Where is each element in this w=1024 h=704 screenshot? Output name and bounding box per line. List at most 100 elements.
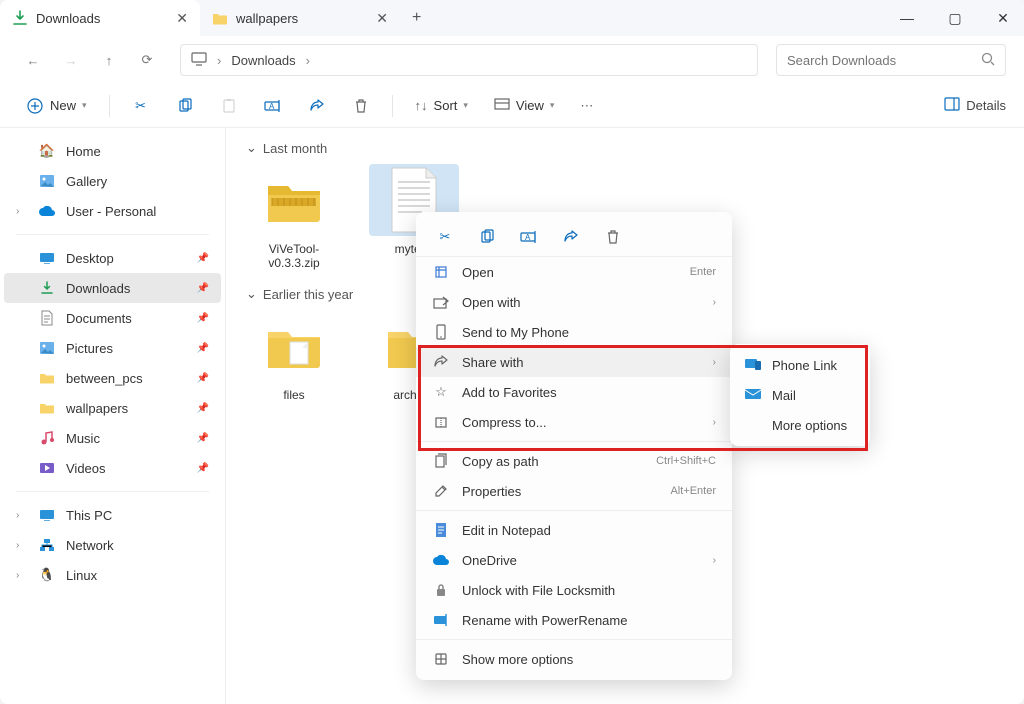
properties-icon bbox=[432, 482, 450, 500]
star-icon: ☆ bbox=[432, 383, 450, 401]
phone-link-icon bbox=[744, 357, 762, 374]
details-button[interactable]: Details bbox=[944, 97, 1006, 114]
ctx-show-more[interactable]: Show more options bbox=[416, 644, 732, 674]
share-button[interactable] bbox=[558, 224, 584, 250]
up-button[interactable]: ↑ bbox=[94, 45, 124, 75]
ctx-unlock-locksmith[interactable]: Unlock with File Locksmith bbox=[416, 575, 732, 605]
minimize-button[interactable]: — bbox=[892, 4, 922, 32]
window-controls: — ▢ ✕ bbox=[892, 0, 1018, 36]
context-action-row: ✂ A bbox=[416, 218, 732, 257]
refresh-button[interactable]: ⟳ bbox=[132, 45, 162, 75]
close-icon[interactable]: ✕ bbox=[176, 10, 188, 27]
folder-icon bbox=[38, 399, 56, 417]
new-button[interactable]: New ▾ bbox=[18, 91, 95, 121]
ctx-properties[interactable]: PropertiesAlt+Enter bbox=[416, 476, 732, 506]
rename-button[interactable]: A bbox=[256, 91, 290, 121]
more-button[interactable]: ⋯ bbox=[572, 91, 601, 121]
sidebar-item-network[interactable]: ›Network bbox=[0, 530, 225, 560]
ctx-compress[interactable]: Compress to...› bbox=[416, 407, 732, 437]
chevron-right-icon: › bbox=[713, 417, 716, 428]
ctx-powerrename[interactable]: Rename with PowerRename bbox=[416, 605, 732, 635]
submenu-more-options[interactable]: More options bbox=[730, 410, 870, 440]
linux-icon: 🐧 bbox=[38, 566, 56, 584]
chevron-down-icon: ▾ bbox=[463, 100, 468, 111]
chevron-right-icon: › bbox=[16, 206, 28, 217]
ctx-onedrive[interactable]: OneDrive› bbox=[416, 545, 732, 575]
pin-icon: 📌 bbox=[197, 433, 209, 444]
share-button[interactable] bbox=[300, 91, 334, 121]
copy-button[interactable] bbox=[474, 224, 500, 250]
tab-wallpapers[interactable]: wallpapers ✕ bbox=[200, 0, 400, 36]
sidebar-item-pictures[interactable]: Pictures📌 bbox=[0, 333, 225, 363]
search-input[interactable] bbox=[787, 53, 973, 68]
copy-icon bbox=[176, 97, 194, 115]
new-tab-button[interactable]: + bbox=[400, 9, 433, 27]
group-label: Earlier this year bbox=[263, 287, 353, 302]
chevron-down-icon: ⌄ bbox=[246, 286, 257, 302]
file-label: ViVeTool-v0.3.3.zip bbox=[246, 242, 342, 270]
sidebar-item-music[interactable]: Music📌 bbox=[0, 423, 225, 453]
copy-button[interactable] bbox=[168, 91, 202, 121]
chevron-right-icon: › bbox=[16, 510, 28, 521]
sidebar-item-downloads[interactable]: Downloads📌 bbox=[4, 273, 221, 303]
ctx-open-with[interactable]: Open with› bbox=[416, 287, 732, 317]
pin-icon: 📌 bbox=[197, 313, 209, 324]
ctx-open[interactable]: OpenEnter bbox=[416, 257, 732, 287]
navigation-pane: 🏠Home Gallery ›User - Personal Desktop📌 … bbox=[0, 128, 226, 704]
address-bar[interactable]: › Downloads › bbox=[180, 44, 758, 76]
svg-text:A: A bbox=[525, 233, 531, 242]
mail-icon bbox=[744, 388, 762, 403]
back-button[interactable]: ← bbox=[18, 45, 48, 75]
ctx-add-favorites[interactable]: ☆Add to Favorites bbox=[416, 377, 732, 407]
sidebar-item-documents[interactable]: Documents📌 bbox=[0, 303, 225, 333]
ctx-edit-notepad[interactable]: Edit in Notepad bbox=[416, 515, 732, 545]
notepad-icon bbox=[432, 521, 450, 539]
command-bar: New ▾ ✂ A ↑↓ Sort ▾ View ▾ ⋯ Details bbox=[0, 84, 1024, 128]
delete-button[interactable] bbox=[600, 224, 626, 250]
forward-button[interactable]: → bbox=[56, 45, 86, 75]
ctx-copy-path[interactable]: Copy as pathCtrl+Shift+C bbox=[416, 446, 732, 476]
sidebar-item-desktop[interactable]: Desktop📌 bbox=[0, 243, 225, 273]
submenu-phone-link[interactable]: Phone Link bbox=[730, 350, 870, 380]
sidebar-item-this-pc[interactable]: ›This PC bbox=[0, 500, 225, 530]
sidebar-item-wallpapers[interactable]: wallpapers📌 bbox=[0, 393, 225, 423]
maximize-button[interactable]: ▢ bbox=[940, 4, 970, 32]
ctx-share-with[interactable]: Share with› bbox=[416, 347, 732, 377]
delete-button[interactable] bbox=[344, 91, 378, 121]
group-label: Last month bbox=[263, 141, 327, 156]
file-item-zip[interactable]: ViVeTool-v0.3.3.zip bbox=[246, 164, 342, 270]
sidebar-item-videos[interactable]: Videos📌 bbox=[0, 453, 225, 483]
title-bar: Downloads ✕ wallpapers ✕ + — ▢ ✕ bbox=[0, 0, 1024, 36]
trash-icon bbox=[352, 97, 370, 115]
tab-downloads[interactable]: Downloads ✕ bbox=[0, 0, 200, 36]
cut-button[interactable]: ✂ bbox=[124, 91, 158, 121]
pictures-icon bbox=[38, 339, 56, 357]
sidebar-item-linux[interactable]: ›🐧Linux bbox=[0, 560, 225, 590]
sidebar-item-home[interactable]: 🏠Home bbox=[0, 136, 225, 166]
cut-button[interactable]: ✂ bbox=[432, 224, 458, 250]
folder-item[interactable]: files bbox=[246, 310, 342, 402]
videos-icon bbox=[38, 459, 56, 477]
documents-icon bbox=[38, 309, 56, 327]
separator bbox=[416, 441, 732, 442]
submenu-mail[interactable]: Mail bbox=[730, 380, 870, 410]
powerrename-icon bbox=[432, 611, 450, 629]
sidebar-item-gallery[interactable]: Gallery bbox=[0, 166, 225, 196]
view-button[interactable]: View ▾ bbox=[486, 91, 562, 121]
group-header[interactable]: ⌄ Last month bbox=[246, 140, 1004, 156]
separator bbox=[416, 639, 732, 640]
close-button[interactable]: ✕ bbox=[988, 4, 1018, 32]
chevron-down-icon: ▾ bbox=[550, 100, 555, 111]
sort-button[interactable]: ↑↓ Sort ▾ bbox=[407, 91, 476, 121]
plus-circle-icon bbox=[26, 97, 44, 115]
pc-icon bbox=[38, 506, 56, 524]
compress-icon bbox=[432, 413, 450, 431]
details-label: Details bbox=[966, 98, 1006, 113]
rename-button[interactable]: A bbox=[516, 224, 542, 250]
sidebar-item-user-personal[interactable]: ›User - Personal bbox=[0, 196, 225, 226]
close-icon[interactable]: ✕ bbox=[376, 10, 388, 27]
ctx-send-phone[interactable]: Send to My Phone bbox=[416, 317, 732, 347]
sidebar-item-between-pcs[interactable]: between_pcs📌 bbox=[0, 363, 225, 393]
paste-button[interactable] bbox=[212, 91, 246, 121]
search-box[interactable] bbox=[776, 44, 1006, 76]
